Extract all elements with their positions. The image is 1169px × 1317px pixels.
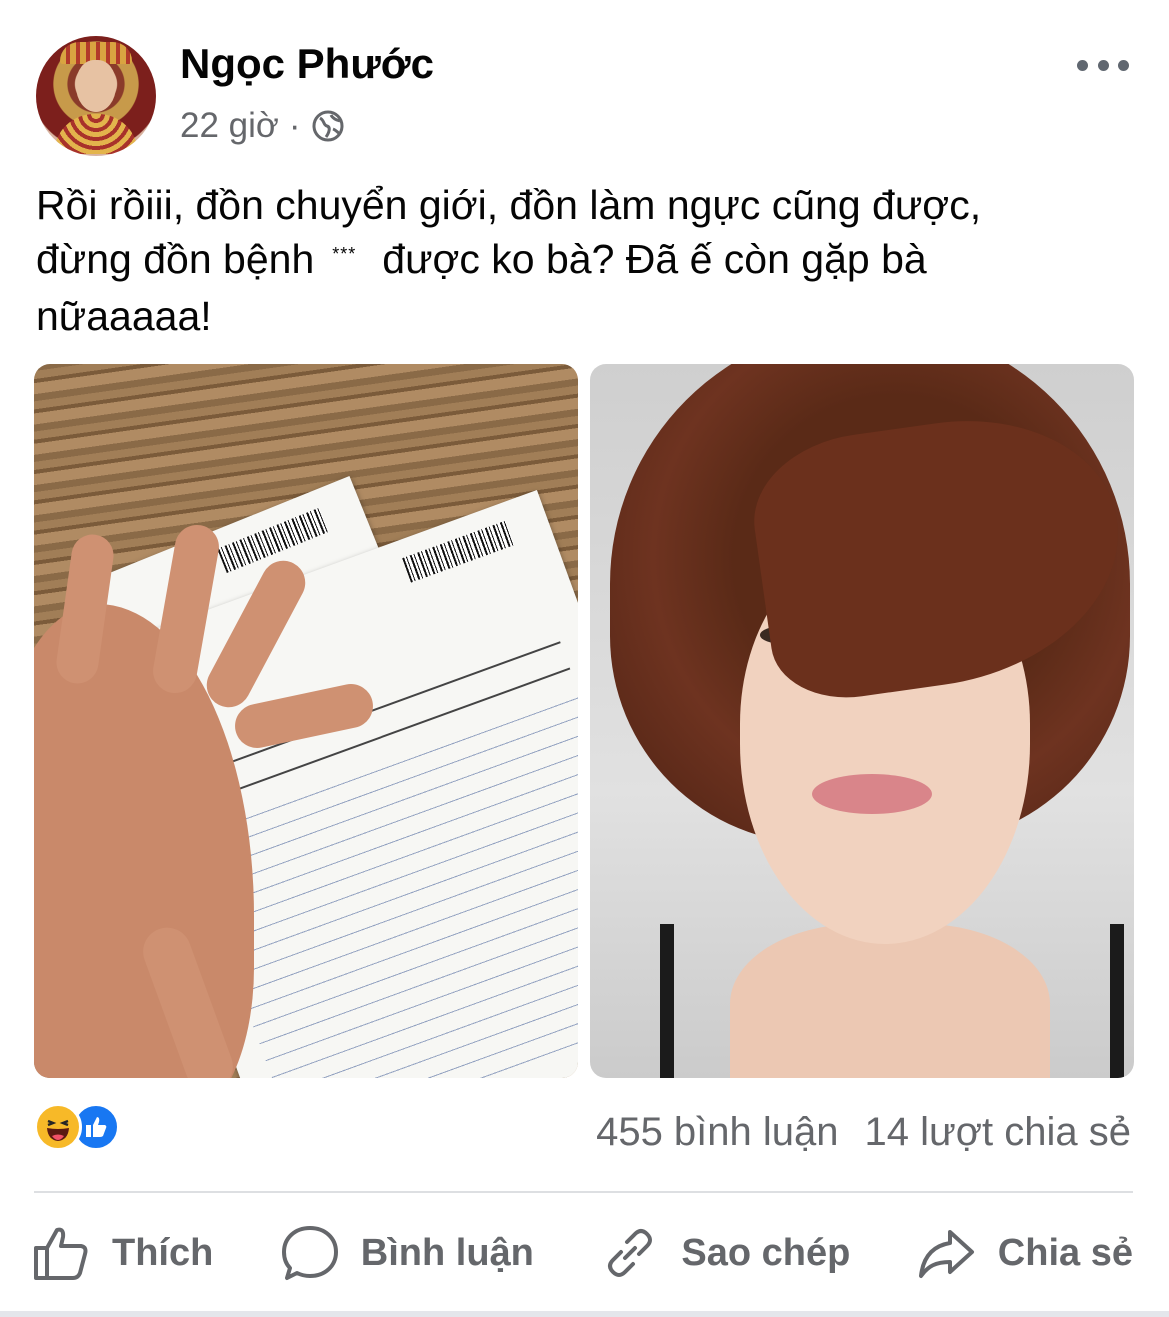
strap bbox=[660, 924, 674, 1078]
barcode bbox=[402, 520, 515, 583]
share-count[interactable]: 14 lượt chia sẻ bbox=[865, 1110, 1131, 1155]
copy-label: Sao chép bbox=[681, 1231, 851, 1274]
meta-separator: · bbox=[288, 106, 301, 145]
post-time[interactable]: 22 giờ bbox=[180, 106, 279, 146]
like-button[interactable]: Thích bbox=[30, 1222, 213, 1284]
like-label: Thích bbox=[112, 1231, 214, 1274]
card-bottom-separator bbox=[0, 1311, 1169, 1317]
more-dot bbox=[1077, 59, 1088, 71]
share-arrow-icon bbox=[918, 1230, 974, 1278]
avatar-necklace bbox=[54, 114, 138, 154]
more-dot bbox=[1118, 59, 1129, 71]
author-name[interactable]: Ngọc Phước bbox=[180, 40, 434, 88]
comment-count[interactable]: 455 bình luận bbox=[596, 1110, 838, 1155]
more-dot bbox=[1097, 59, 1109, 71]
post-text-line: đừng đồn bệnh *** được ko bà? Đã ế còn gặp… bbox=[36, 232, 1136, 289]
divider bbox=[34, 1191, 1133, 1193]
post-text-line: Rồi rồiii, đồn chuyển giới, đồn làm ngực… bbox=[36, 182, 982, 228]
thumbs-up-icon bbox=[34, 1227, 88, 1280]
post-text: Rồi rồiii, đồn chuyển giới, đồn làm ngực… bbox=[36, 178, 1136, 343]
share-label: Chia sẻ bbox=[997, 1231, 1133, 1274]
globe-icon[interactable] bbox=[311, 109, 345, 143]
action-bar: Thích Bình luận Sao chép Chia sẻ bbox=[30, 1218, 1133, 1288]
reaction-summary[interactable] bbox=[34, 1102, 120, 1152]
censored-mark: *** bbox=[332, 244, 357, 265]
engagement-counts: 455 bình luận 14 lượt chia sẻ bbox=[596, 1110, 1131, 1155]
comment-bubble-icon bbox=[281, 1226, 338, 1280]
more-horizontal-icon[interactable] bbox=[1077, 52, 1129, 78]
comment-button[interactable]: Bình luận bbox=[279, 1222, 534, 1284]
comment-label: Bình luận bbox=[360, 1231, 534, 1274]
post-text-line: nữaaaaa! bbox=[36, 293, 212, 340]
avatar[interactable] bbox=[36, 36, 156, 156]
post-text-fragment: đừng đồn bệnh bbox=[36, 236, 315, 282]
ultrasound-report-photo[interactable] bbox=[34, 364, 578, 1078]
lips bbox=[812, 774, 932, 814]
haha-reaction-icon bbox=[34, 1103, 82, 1151]
avatar-face bbox=[76, 60, 116, 112]
share-button[interactable]: Chia sẻ bbox=[916, 1222, 1133, 1284]
copy-link-button[interactable]: Sao chép bbox=[599, 1222, 850, 1284]
post-meta: 22 giờ · bbox=[180, 106, 345, 146]
link-icon bbox=[608, 1229, 653, 1277]
neck bbox=[730, 924, 1050, 1078]
portrait-photo[interactable] bbox=[590, 364, 1134, 1078]
strap bbox=[1110, 924, 1124, 1078]
post-text-fragment: được ko bà? Đã ế còn gặp bà bbox=[382, 236, 927, 282]
